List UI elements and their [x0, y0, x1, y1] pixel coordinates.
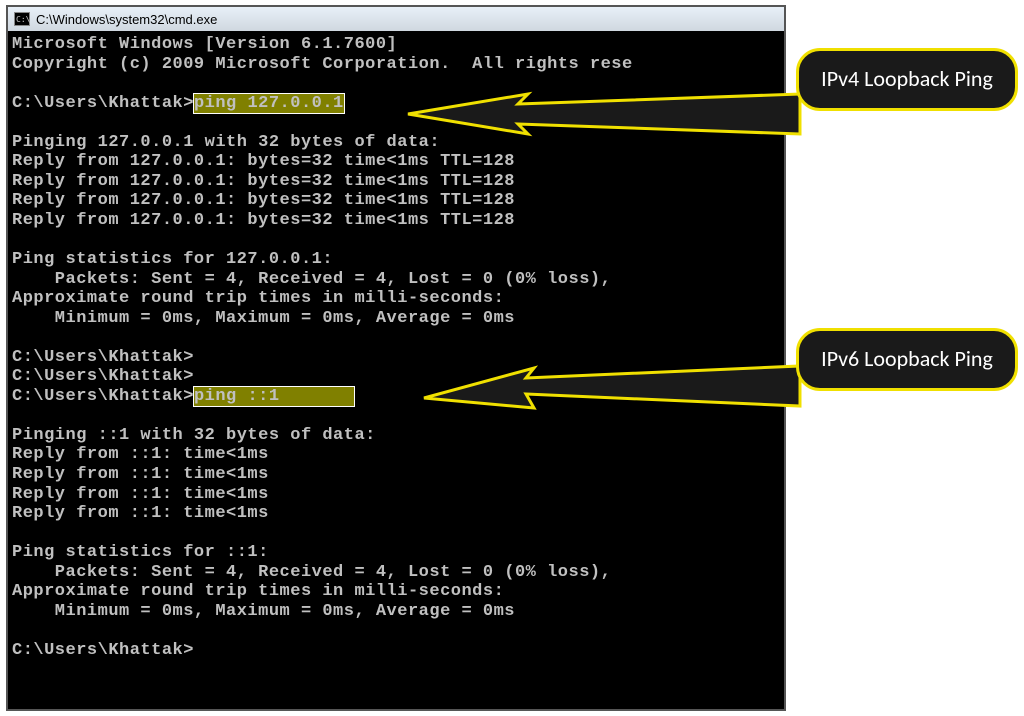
prompt: C:\Users\Khattak> — [12, 387, 194, 406]
command-ping-ipv4: ping 127.0.0.1 — [194, 94, 344, 113]
line-stats-rtt-header: Approximate round trip times in milli-se… — [12, 289, 504, 308]
line-reply-ipv6: Reply from ::1: time<1ms — [12, 485, 269, 504]
callout-ipv4-text: IPv4 Loopback Ping — [821, 65, 993, 92]
callout-ipv4: IPv4 Loopback Ping — [796, 48, 1018, 111]
line-stats-packets-ipv4: Packets: Sent = 4, Received = 4, Lost = … — [12, 270, 611, 289]
line-reply-ipv4: Reply from 127.0.0.1: bytes=32 time<1ms … — [12, 211, 515, 230]
titlebar-path: C:\Windows\system32\cmd.exe — [36, 12, 217, 27]
line-reply-ipv6: Reply from ::1: time<1ms — [12, 445, 269, 464]
line-reply-ipv4: Reply from 127.0.0.1: bytes=32 time<1ms … — [12, 172, 515, 191]
line-stats-rtt-header: Approximate round trip times in milli-se… — [12, 582, 504, 601]
cmd-icon-text: C:\ — [16, 15, 30, 24]
titlebar[interactable]: C:\ C:\Windows\system32\cmd.exe — [8, 7, 784, 31]
line-stats-packets-ipv6: Packets: Sent = 4, Received = 4, Lost = … — [12, 563, 611, 582]
line-copyright: Copyright (c) 2009 Microsoft Corporation… — [12, 55, 633, 74]
callout-arrow-ipv4 — [408, 84, 800, 144]
line-reply-ipv6: Reply from ::1: time<1ms — [12, 504, 269, 523]
prompt: C:\Users\Khattak> — [12, 367, 194, 386]
line-reply-ipv4: Reply from 127.0.0.1: bytes=32 time<1ms … — [12, 191, 515, 210]
line-pinging-ipv4: Pinging 127.0.0.1 with 32 bytes of data: — [12, 133, 440, 152]
callout-arrow-ipv6 — [424, 356, 800, 416]
line-reply-ipv4: Reply from 127.0.0.1: bytes=32 time<1ms … — [12, 152, 515, 171]
prompt: C:\Users\Khattak> — [12, 641, 194, 660]
callout-ipv6: IPv6 Loopback Ping — [796, 328, 1018, 391]
line-stats-rtt-values: Minimum = 0ms, Maximum = 0ms, Average = … — [12, 309, 515, 328]
line-stats-rtt-values: Minimum = 0ms, Maximum = 0ms, Average = … — [12, 602, 515, 621]
callout-ipv6-text: IPv6 Loopback Ping — [821, 345, 993, 372]
line-stats-header-ipv6: Ping statistics for ::1: — [12, 543, 269, 562]
prompt: C:\Users\Khattak> — [12, 94, 194, 113]
line-version: Microsoft Windows [Version 6.1.7600] — [12, 35, 397, 54]
line-pinging-ipv6: Pinging ::1 with 32 bytes of data: — [12, 426, 376, 445]
prompt: C:\Users\Khattak> — [12, 348, 194, 367]
line-reply-ipv6: Reply from ::1: time<1ms — [12, 465, 269, 484]
cmd-icon: C:\ — [14, 12, 30, 26]
command-ping-ipv6: ping ::1 — [194, 387, 355, 406]
line-stats-header-ipv4: Ping statistics for 127.0.0.1: — [12, 250, 333, 269]
